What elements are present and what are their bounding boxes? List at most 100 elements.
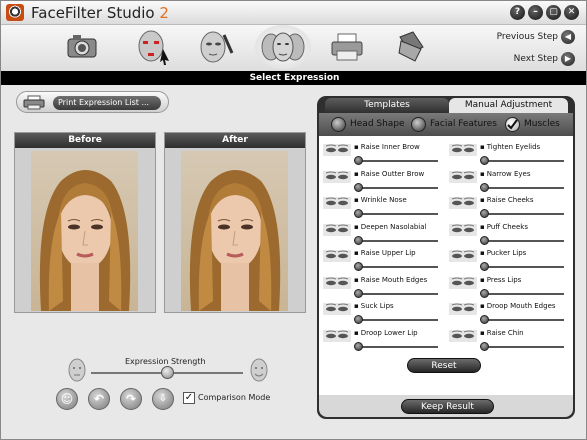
help-button[interactable]: ? xyxy=(510,5,525,20)
feature-category-bar: Head Shape Facial Features Muscles xyxy=(319,113,573,136)
muscle-slider-knob[interactable] xyxy=(480,209,489,218)
next-step-label[interactable]: Next Step xyxy=(514,54,558,64)
muscle-slider-knob[interactable] xyxy=(354,235,363,245)
muscle-slider-track[interactable] xyxy=(481,160,564,162)
muscles-radio-checked[interactable] xyxy=(505,117,520,132)
save-file-button[interactable]: ⇩ xyxy=(152,388,174,410)
muscle-slider-track[interactable] xyxy=(355,292,438,295)
muscle-slider-row: Raise Upper Lip xyxy=(321,248,444,274)
expression-faces-icon[interactable] xyxy=(255,25,311,69)
previous-step-button[interactable]: ◀ xyxy=(561,30,575,44)
undo-button[interactable]: ↶ xyxy=(88,388,110,410)
print-expression-control[interactable]: Print Expression List ... xyxy=(16,91,169,113)
muscle-slider-track[interactable] xyxy=(355,186,438,189)
printer-icon[interactable] xyxy=(329,31,365,63)
after-panel: After xyxy=(164,132,306,313)
facial-region-thumbnail-icon xyxy=(449,329,477,342)
muscle-slider-knob[interactable] xyxy=(354,341,363,351)
print-expression-list-button[interactable]: Print Expression List ... xyxy=(53,96,161,110)
muscle-slider-label: Press Lips xyxy=(480,276,522,284)
muscle-slider-row: Droop Mouth Edges xyxy=(447,301,570,327)
muscle-slider-row: Suck Lips xyxy=(321,301,444,327)
next-step-button[interactable]: ▶ xyxy=(561,52,575,66)
muscle-sliders-area: Raise Inner Brow Raise Outter Brow Wrinkle… xyxy=(319,136,573,395)
strong-face-icon xyxy=(249,357,269,383)
facial-region-thumbnail-icon xyxy=(323,170,351,183)
muscle-slider-knob[interactable] xyxy=(354,209,363,218)
muscle-slider-knob[interactable] xyxy=(480,182,489,192)
muscle-slider-label: Raise Cheeks xyxy=(480,196,534,204)
facial-region-thumbnail-icon xyxy=(449,303,477,315)
expression-strength-label: Expression Strength xyxy=(125,357,206,366)
muscle-slider-track[interactable] xyxy=(355,266,438,268)
muscle-slider-knob[interactable] xyxy=(354,315,363,324)
before-label: Before xyxy=(15,133,155,148)
muscle-slider-track[interactable] xyxy=(355,160,438,162)
camera-icon[interactable] xyxy=(65,31,99,63)
muscle-slider-track[interactable] xyxy=(481,186,564,189)
facial-features-label: Facial Features xyxy=(430,119,497,129)
facial-region-thumbnail-icon xyxy=(323,329,351,342)
folder-icon[interactable] xyxy=(395,29,429,65)
minimize-button[interactable]: – xyxy=(528,5,543,20)
after-photo xyxy=(181,151,288,311)
muscle-slider-row: Raise Inner Brow xyxy=(321,142,444,168)
muscle-slider-knob[interactable] xyxy=(354,262,363,271)
muscle-slider-knob[interactable] xyxy=(354,156,363,165)
facial-features-radio[interactable] xyxy=(411,117,426,132)
redo-button[interactable]: ↷ xyxy=(120,388,142,410)
previous-step-label[interactable]: Previous Step xyxy=(497,32,558,42)
facial-region-thumbnail-icon xyxy=(449,276,477,289)
section-title: Select Expression xyxy=(1,71,586,85)
muscle-slider-knob[interactable] xyxy=(480,156,489,165)
muscle-slider-knob[interactable] xyxy=(480,262,489,271)
title-bar: FaceFilter Studio 2 ? – ▢ ✕ xyxy=(1,1,586,25)
muscle-slider-track[interactable] xyxy=(355,213,438,215)
comparison-mode-checkbox[interactable]: ✓ xyxy=(183,392,195,404)
reset-button[interactable]: Reset xyxy=(407,358,481,373)
muscle-slider-row: Raise Mouth Edges xyxy=(321,275,444,301)
muscle-slider-knob[interactable] xyxy=(354,288,363,298)
smile-face-button[interactable]: ☺ xyxy=(56,388,78,410)
muscle-slider-label: Raise Inner Brow xyxy=(354,143,420,151)
maximize-button[interactable]: ▢ xyxy=(546,5,561,20)
facial-region-thumbnail-icon xyxy=(449,144,477,156)
muscle-slider-track[interactable] xyxy=(481,292,564,295)
workflow-toolbar: Previous Step ◀ Next Step ▶ xyxy=(1,25,586,71)
face-brush-icon[interactable] xyxy=(196,27,236,67)
muscle-slider-track[interactable] xyxy=(355,319,438,321)
muscle-slider-knob[interactable] xyxy=(480,315,489,324)
muscle-slider-track[interactable] xyxy=(481,239,564,242)
muscle-slider-knob[interactable] xyxy=(480,288,489,298)
muscle-slider-label: Narrow Eyes xyxy=(480,170,531,178)
face-markers-icon[interactable] xyxy=(133,27,173,67)
muscle-slider-track[interactable] xyxy=(355,345,438,348)
muscle-slider-knob[interactable] xyxy=(480,341,489,351)
close-button[interactable]: ✕ xyxy=(564,5,579,20)
facial-region-thumbnail-icon xyxy=(323,197,351,209)
facial-region-thumbnail-icon xyxy=(323,144,351,156)
facefilter-window: FaceFilter Studio 2 ? – ▢ ✕ Previous Ste… xyxy=(0,0,587,440)
expression-strength-knob[interactable] xyxy=(161,366,174,379)
tab-manual-adjustment[interactable]: Manual Adjustment xyxy=(449,98,568,113)
muscle-slider-track[interactable] xyxy=(355,239,438,242)
muscle-slider-label: Droop Lower Lip xyxy=(354,329,418,337)
muscle-slider-track[interactable] xyxy=(481,213,564,215)
muscle-slider-knob[interactable] xyxy=(480,235,489,245)
muscle-slider-label: Pucker Lips xyxy=(480,249,527,257)
muscle-slider-row: Raise Outter Brow xyxy=(321,169,444,195)
muscle-slider-row: Tighten Eyelids xyxy=(447,142,570,168)
muscle-slider-row: Raise Chin xyxy=(447,328,570,354)
muscle-slider-track[interactable] xyxy=(481,345,564,348)
muscle-slider-knob[interactable] xyxy=(354,182,363,192)
muscle-slider-label: Puff Cheeks xyxy=(480,223,528,231)
tab-templates[interactable]: Templates xyxy=(325,98,449,113)
muscle-slider-row: Puff Cheeks xyxy=(447,222,570,248)
head-shape-radio[interactable] xyxy=(331,117,346,132)
facial-region-thumbnail-icon xyxy=(449,197,477,209)
keep-result-button[interactable]: Keep Result xyxy=(401,399,494,414)
muscle-slider-track[interactable] xyxy=(481,266,564,268)
muscle-slider-label: Suck Lips xyxy=(354,302,394,310)
muscle-slider-track[interactable] xyxy=(481,319,564,321)
muscle-slider-row: Wrinkle Nose xyxy=(321,195,444,221)
